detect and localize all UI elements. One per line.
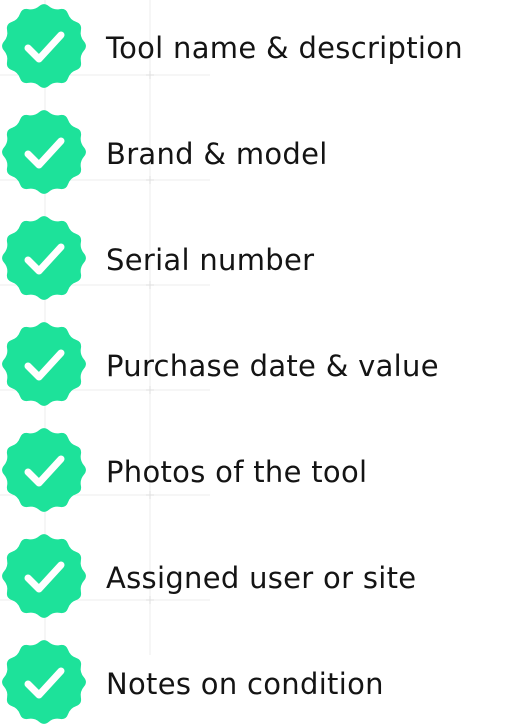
checklist-item-label: Brand & model: [106, 136, 328, 171]
verified-badge-check-icon: [0, 426, 88, 514]
checklist-item: Notes on condition: [0, 640, 511, 724]
checklist-item: Purchase date & value: [0, 322, 511, 406]
checklist-item-label: Serial number: [106, 242, 315, 277]
verified-badge-check-icon: [0, 214, 88, 302]
checklist-item: Serial number: [0, 216, 511, 300]
verified-badge-check-icon: [0, 532, 88, 620]
checklist-item-label: Purchase date & value: [106, 348, 439, 383]
verified-badge-check-icon: [0, 2, 88, 90]
checklist-item-label: Assigned user or site: [106, 560, 417, 595]
verified-badge-check-icon: [0, 108, 88, 196]
checklist-item: Photos of the tool: [0, 428, 511, 512]
verified-badge-check-icon: [0, 638, 88, 726]
checklist-item-label: Tool name & description: [106, 30, 463, 65]
checklist-item: Brand & model: [0, 110, 511, 194]
checklist-item: Tool name & description: [0, 4, 511, 88]
checklist-item-label: Photos of the tool: [106, 454, 368, 489]
checklist-item: Assigned user or site: [0, 534, 511, 618]
checklist-item-label: Notes on condition: [106, 666, 384, 701]
verified-badge-check-icon: [0, 320, 88, 408]
